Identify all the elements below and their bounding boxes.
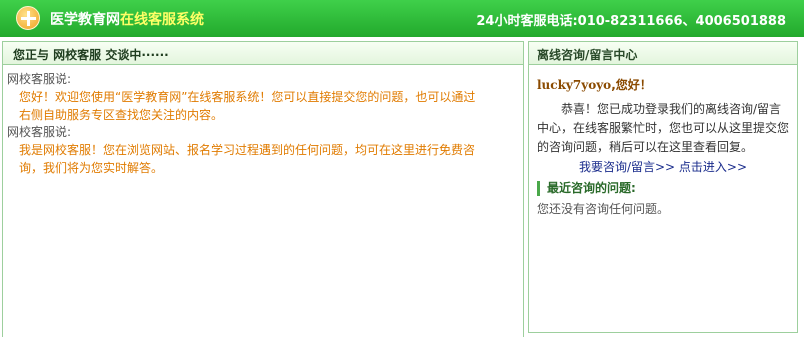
leave-message-link[interactable]: 我要咨询/留言>> 点击进入>> [537, 158, 789, 176]
message-sender: 网校客服说: [7, 125, 72, 139]
hotline-text: 24小时客服电话:010-82311666、4006501888 [476, 14, 786, 29]
offline-panel-title: 离线咨询/留言中心 [529, 42, 797, 65]
title-system-name: 在线客服系统 [120, 12, 204, 28]
message-text: 您好！欢迎您使用“医学教育网”在线客服系统！您可以直接提交您的问题，也可以通过右… [19, 90, 476, 122]
user-greeting: lucky7yoyo,您好！ [537, 76, 789, 94]
chat-log: 网校客服说: 您好！欢迎您使用“医学教育网”在线客服系统！您可以直接提交您的问题… [3, 65, 523, 177]
chat-panel-title: 您正与 网校客服 交谈中······ [3, 42, 523, 65]
top-header: 医学教育网在线客服系统 24小时客服电话:010-82311666、400650… [0, 0, 804, 37]
offline-message-panel: 离线咨询/留言中心 lucky7yoyo,您好！ 恭喜！您已成功登录我们的离线咨… [528, 41, 798, 333]
recent-questions-title: 最近咨询的问题: [537, 181, 789, 196]
app-title: 医学教育网在线客服系统 [50, 9, 204, 29]
username: lucky7yoyo [537, 78, 612, 92]
message-sender: 网校客服说: [7, 72, 72, 86]
logo-icon [16, 6, 40, 30]
title-site-name: 医学教育网 [50, 12, 120, 28]
greeting-suffix: ,您好！ [611, 78, 652, 92]
message-text: 我是网校客服！您在浏览网站、报名学习过程遇到的任何问题，均可在这里进行免费咨询，… [19, 143, 476, 175]
login-notice: 恭喜！您已成功登录我们的离线咨询/留言中心，在线客服繁忙时，您也可以从这里提交您… [537, 102, 790, 154]
recent-questions-empty: 您还没有咨询任何问题。 [537, 202, 670, 216]
chat-panel: 您正与 网校客服 交谈中······ 网校客服说: 您好！欢迎您使用“医学教育网… [2, 41, 524, 337]
